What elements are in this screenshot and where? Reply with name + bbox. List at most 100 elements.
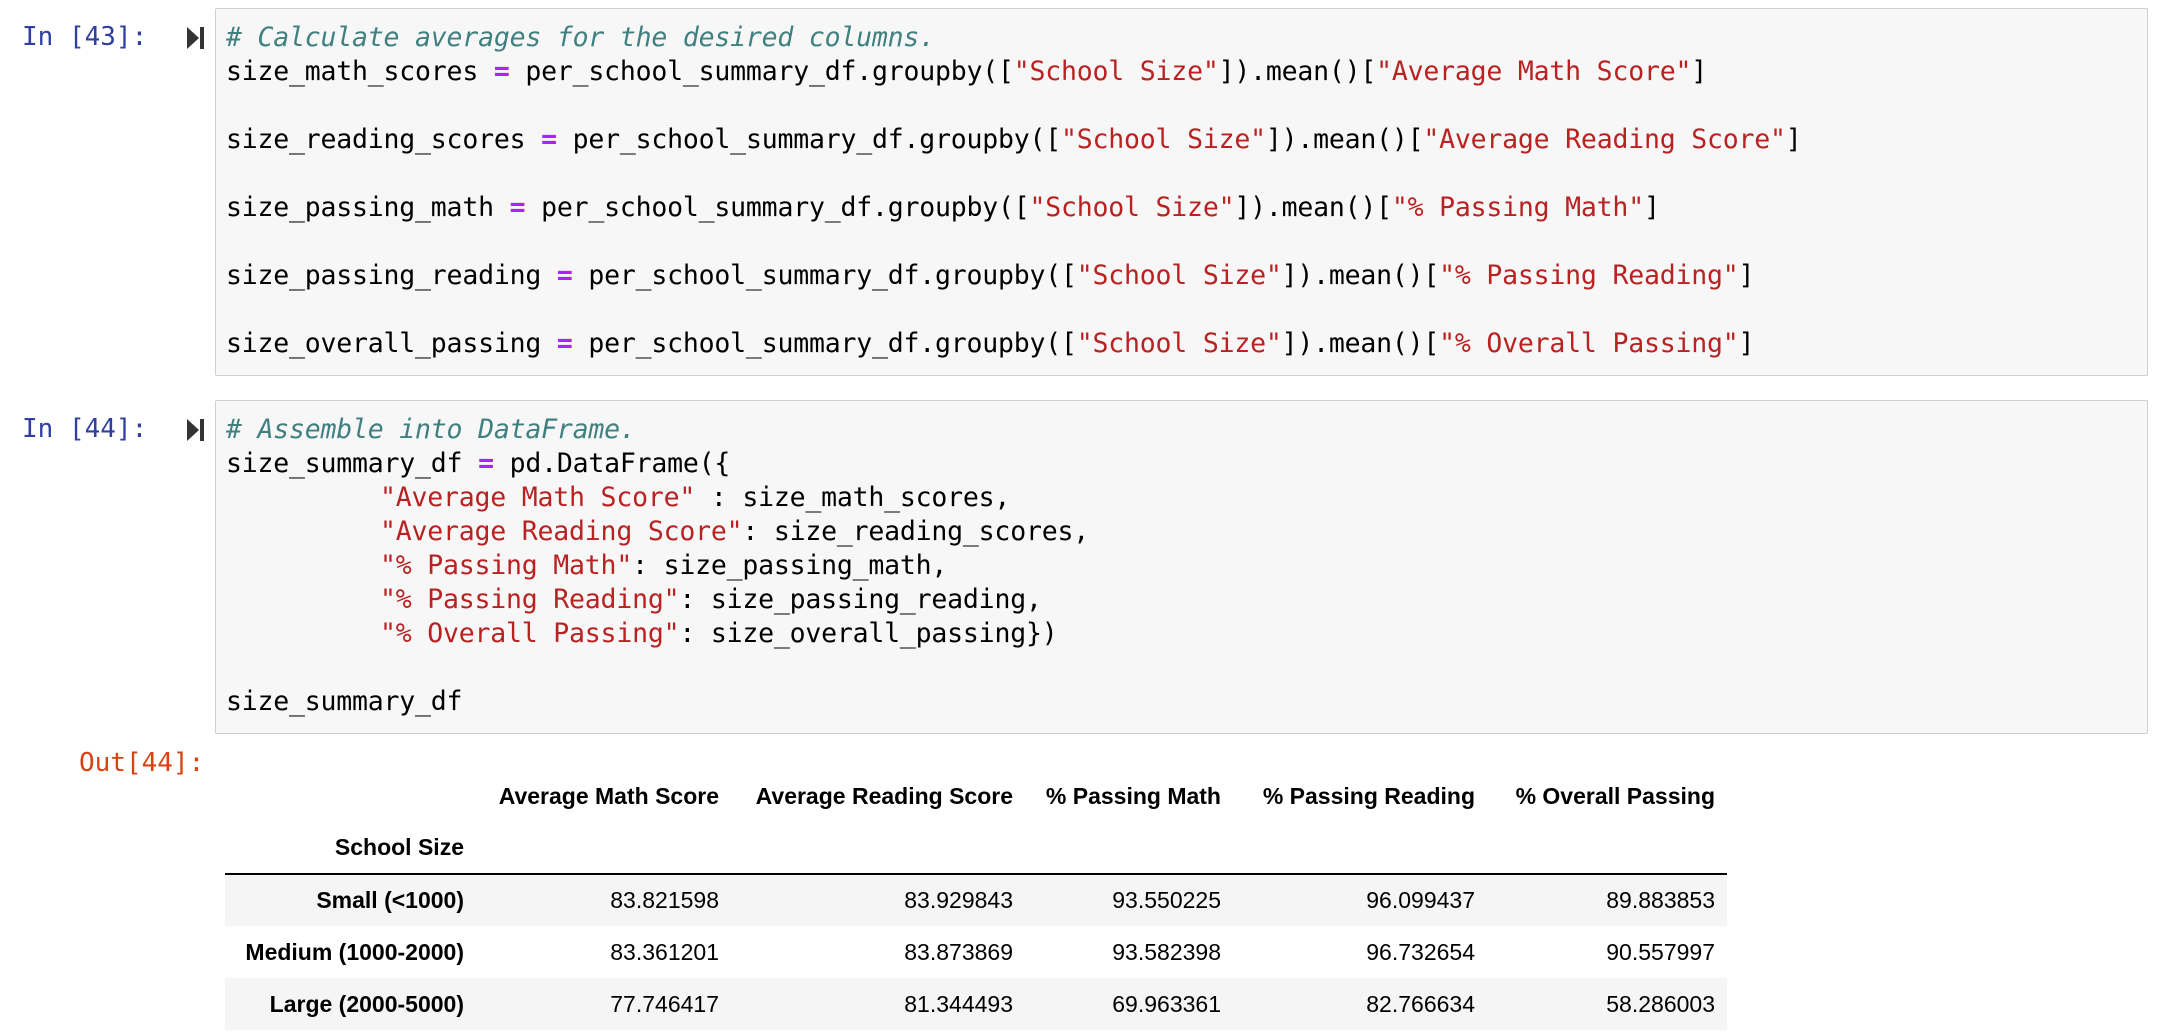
code-line-math: size_math_scores = per_school_summary_df…: [226, 55, 1707, 89]
table-cell: 77.746417: [610, 990, 719, 1017]
run-cell-43-button[interactable]: [185, 24, 207, 52]
code-call: per_school_summary_df.groupby([: [572, 124, 1062, 155]
code-sep: :: [679, 618, 711, 649]
table-row: Small (<1000) 83.821598 83.929843 93.550…: [225, 874, 1727, 926]
code-value: size_reading_scores,: [773, 516, 1089, 547]
code-line-passing-math: size_passing_math = per_school_summary_d…: [226, 191, 1660, 225]
table-cell: 89.883853: [1606, 887, 1715, 913]
code-string: "Average Math Score": [1376, 56, 1692, 87]
table-row: Medium (1000-2000) 83.361201 83.873869 9…: [225, 926, 1727, 978]
column-header: Average Math Score: [498, 782, 719, 809]
empty-header-cell: [1233, 822, 1487, 874]
code-call: pd.DataFrame({: [509, 448, 731, 479]
code-string: "School Size": [1076, 260, 1282, 291]
index-name: School Size: [334, 834, 464, 860]
code-call: ]).mean()[: [1281, 260, 1440, 291]
code-line-display: size_summary_df: [226, 685, 463, 719]
code-operator: =: [509, 192, 526, 223]
code-line-overall: size_overall_passing = per_school_summar…: [226, 327, 1754, 361]
code-string: "School Size": [1061, 124, 1266, 155]
table-header-row: Average Math Score Average Reading Score…: [225, 770, 1727, 822]
code-string: "% Overall Passing": [1439, 328, 1739, 359]
code-value: size_math_scores,: [742, 482, 1011, 513]
table-cell: 96.099437: [1366, 887, 1475, 913]
output-prompt-44: Out[44]:: [79, 748, 205, 778]
code-var: size_overall_passing: [226, 328, 542, 359]
code-sep: :: [742, 516, 774, 547]
code-comment: # Calculate averages for the desired col…: [226, 22, 935, 53]
code-operator: =: [541, 124, 557, 155]
table-cell: 69.963361: [1112, 990, 1221, 1017]
code-string: "Average Math Score": [380, 482, 696, 513]
code-cell-43[interactable]: # Calculate averages for the desired col…: [215, 8, 2148, 376]
code-value: size_overall_passing}): [710, 618, 1058, 649]
code-call: ]).mean()[: [1281, 328, 1440, 359]
table-cell: 81.344493: [904, 990, 1013, 1017]
table-cell: 82.766634: [1366, 990, 1475, 1017]
code-line-entry: "% Overall Passing": size_overall_passin…: [380, 617, 1058, 651]
code-call: per_school_summary_df.groupby([: [541, 192, 1030, 223]
code-call: ]).mean()[: [1234, 192, 1392, 223]
code-line-entry: "Average Reading Score": size_reading_sc…: [380, 515, 1089, 549]
cell-prompt-43: In [43]:: [22, 22, 148, 52]
code-operator: =: [556, 328, 573, 359]
step-forward-icon: [187, 27, 204, 49]
table-cell: 58.286003: [1606, 990, 1715, 1017]
code-string: "Average Reading Score": [380, 516, 743, 547]
table-cell: 96.732654: [1366, 938, 1475, 965]
code-call: ]: [1785, 124, 1802, 155]
table-cell: 90.557997: [1606, 938, 1715, 965]
code-operator: =: [556, 260, 573, 291]
code-string: "School Size": [1076, 328, 1282, 359]
step-forward-icon: [187, 419, 204, 441]
code-var: size_summary_df: [226, 686, 463, 717]
code-var: size_passing_reading: [226, 260, 542, 291]
column-header: % Passing Math: [1045, 782, 1221, 809]
code-string: "% Overall Passing": [380, 618, 680, 649]
table-cell: 93.550225: [1112, 887, 1221, 913]
code-line-entry: "% Passing Reading": size_passing_readin…: [380, 583, 1042, 617]
table-cell: 93.582398: [1112, 938, 1221, 965]
code-sep: :: [679, 584, 711, 615]
table-cell: 83.929843: [904, 887, 1013, 913]
table-cell: 83.821598: [610, 887, 719, 913]
run-cell-44-button[interactable]: [185, 416, 207, 444]
empty-header-cell: [476, 822, 731, 874]
code-call: ]: [1738, 260, 1755, 291]
code-call: ]: [1691, 56, 1707, 87]
code-value: size_passing_reading,: [710, 584, 1042, 615]
index-name-row: School Size: [225, 822, 1727, 874]
code-sep: :: [695, 482, 743, 513]
column-header: % Passing Reading: [1262, 782, 1475, 809]
code-line-entry: "Average Math Score" : size_math_scores,: [380, 481, 1010, 515]
code-string: "School Size": [1013, 56, 1219, 87]
column-header: % Overall Passing: [1515, 782, 1715, 809]
code-string: "% Passing Reading": [1439, 260, 1739, 291]
code-line-entry: "% Passing Math": size_passing_math,: [380, 549, 947, 583]
code-call: ]).mean()[: [1218, 56, 1377, 87]
code-line-comment: # Assemble into DataFrame.: [226, 413, 636, 447]
code-string: "% Passing Math": [1391, 192, 1644, 223]
row-index-label: Large (2000-5000): [269, 990, 464, 1017]
code-var: size_summary_df: [226, 448, 463, 479]
code-value: size_passing_math,: [663, 550, 948, 581]
table-row: Large (2000-5000) 77.746417 81.344493 69…: [225, 978, 1727, 1030]
code-string: "School Size": [1029, 192, 1235, 223]
table-corner: [225, 770, 476, 822]
empty-header-cell: [1487, 822, 1727, 874]
code-line-reading: size_reading_scores = per_school_summary…: [226, 123, 1802, 157]
code-string: "Average Reading Score": [1423, 124, 1786, 155]
table-cell: 83.873869: [904, 938, 1013, 965]
table-cell: 83.361201: [610, 938, 719, 965]
code-call: per_school_summary_df.groupby([: [588, 260, 1077, 291]
code-comment: # Assemble into DataFrame.: [226, 414, 636, 445]
code-line-assign: size_summary_df = pd.DataFrame({: [226, 447, 730, 481]
code-string: "% Passing Reading": [380, 584, 680, 615]
code-line-comment: # Calculate averages for the desired col…: [226, 21, 935, 55]
column-header: Average Reading Score: [755, 782, 1013, 809]
row-index-label: Medium (1000-2000): [245, 938, 464, 965]
code-cell-44[interactable]: # Assemble into DataFrame. size_summary_…: [215, 400, 2148, 734]
code-line-passing-reading: size_passing_reading = per_school_summar…: [226, 259, 1754, 293]
empty-header-cell: [1025, 822, 1233, 874]
code-call: ]: [1738, 328, 1755, 359]
